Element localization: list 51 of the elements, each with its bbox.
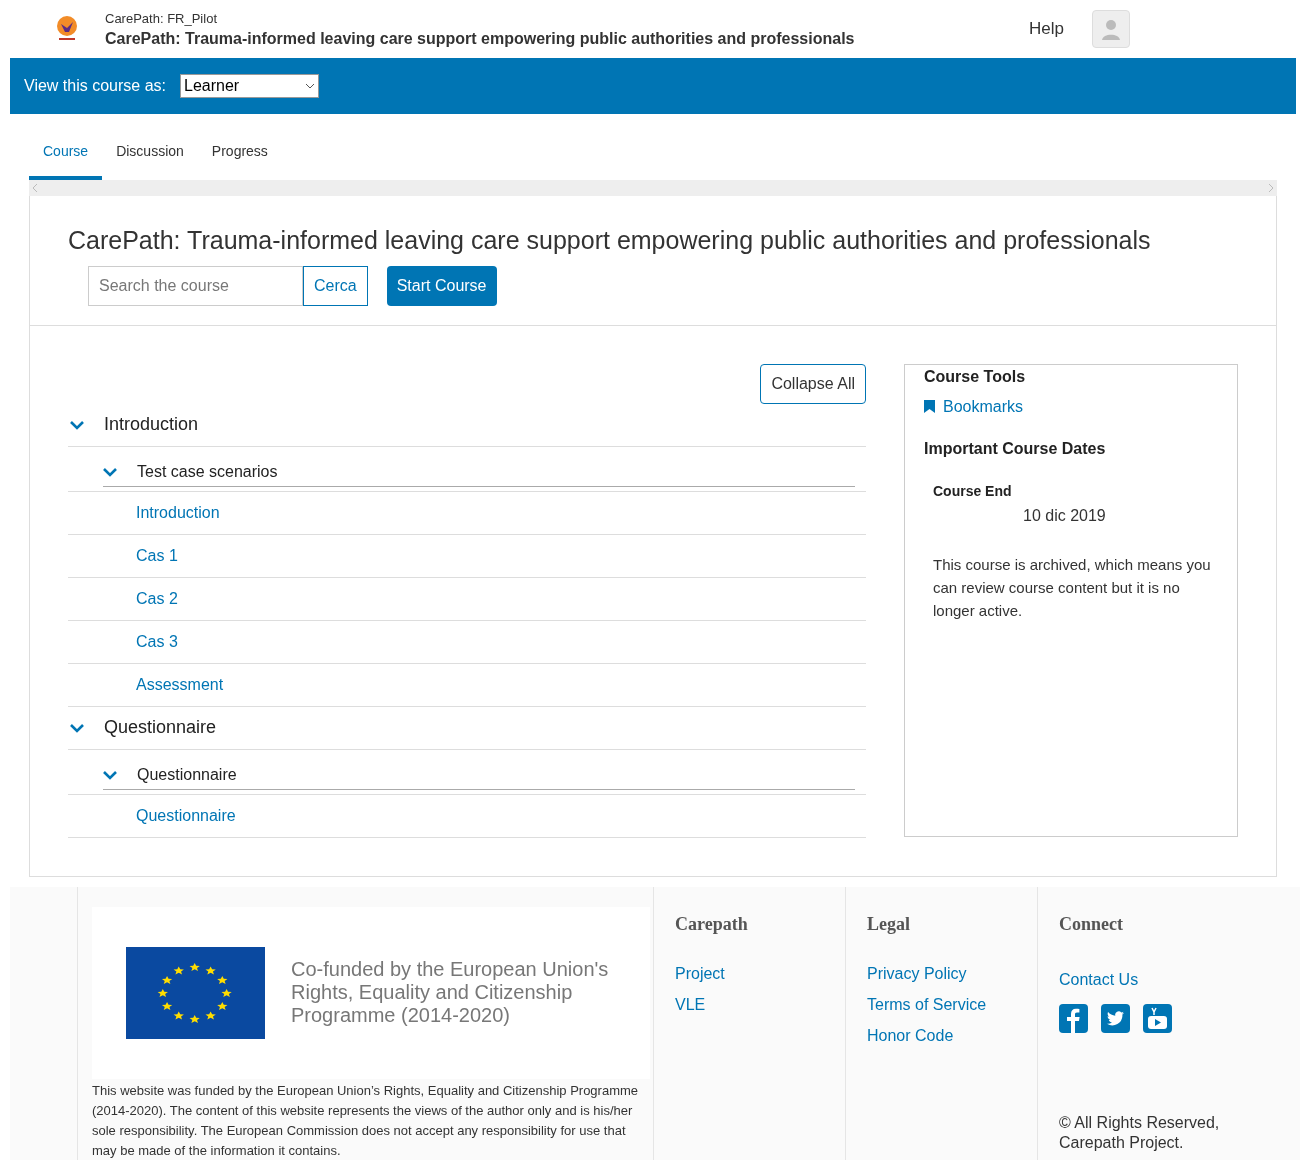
dates-title: Important Course Dates [924, 438, 1107, 459]
course-org: CarePath: FR_Pilot [105, 10, 218, 29]
eu-flag-icon [126, 946, 265, 1039]
view-as-label: View this course as: [24, 76, 166, 96]
footer-link[interactable]: Terms of Service [867, 992, 1037, 1017]
course-heading: CarePath: Trauma-informed leaving care support empowering public authorities and professionals [68, 225, 1152, 256]
footer-heading: Carepath [675, 912, 749, 936]
chevron-down-icon[interactable] [70, 722, 84, 733]
date-value: 10 dic 2019 [1023, 505, 1107, 526]
video-icon[interactable] [1143, 1003, 1172, 1033]
subsection-title[interactable]: Questionnaire [137, 763, 237, 787]
footer-link[interactable]: Project [675, 961, 845, 986]
section-title[interactable]: Questionnaire [104, 714, 217, 741]
collapse-all-button[interactable]: Collapse All [760, 363, 866, 404]
archived-note: This course is archived, which means you can review course content but it is no longer active. [933, 554, 1212, 621]
footer-heading: Connect [1059, 912, 1124, 936]
logo-icon[interactable] [55, 16, 79, 42]
disclaimer: This website was funded by the European Union’s Rights, Equality and Citizenship Programme (2014-2020). The content of this website represents the views of the author only and is his/her sole responsibility. The European Commission does not accept any responsibility for use that may be made of the information it contains. [92, 1081, 640, 1160]
chevron-down-icon[interactable] [103, 770, 117, 780]
date-label: Course End [933, 481, 1013, 501]
chevron-down-icon[interactable] [70, 419, 84, 430]
course-tab[interactable]: Progress [197, 141, 282, 180]
cofunded-text: Co-funded by the European Union's Rights, Equality and Citizenship Programme (2014-2020) [291, 958, 610, 1027]
search-field[interactable]: Search the course [88, 265, 303, 306]
course-tools-title: Course Tools [924, 366, 1027, 387]
unit-link[interactable]: Cas 1 [136, 543, 178, 568]
footer-link[interactable]: VLE [675, 992, 845, 1017]
footer-heading: Legal [867, 912, 911, 936]
subsection-title[interactable]: Test case scenarios [137, 460, 278, 484]
copyright: © All Rights Reserved, Carepath Project. [1059, 1112, 1221, 1153]
start-course-button[interactable]: Start Course [386, 265, 497, 306]
footer-link[interactable]: Honor Code [867, 1023, 1037, 1048]
bookmarks-link[interactable]: Bookmarks [924, 394, 1218, 419]
unit-link[interactable]: Introduction [136, 500, 220, 525]
unit-link[interactable]: Cas 3 [136, 629, 178, 654]
caret-icon [305, 83, 315, 89]
section-title[interactable]: Introduction [104, 411, 199, 438]
course-title: CarePath: Trauma-informed leaving care support empowering public authorities and professionals [105, 28, 855, 49]
unit-link[interactable]: Assessment [136, 672, 224, 697]
bookmark-icon [924, 400, 935, 413]
unit-link[interactable]: Questionnaire [136, 803, 236, 828]
facebook-icon[interactable] [1059, 1003, 1088, 1033]
unit-link[interactable]: Cas 2 [136, 586, 178, 611]
twitter-icon[interactable] [1101, 1003, 1130, 1033]
view-as-select[interactable]: Learner [180, 74, 319, 98]
chevron-down-icon[interactable] [103, 467, 117, 477]
search-button[interactable]: Cerca [303, 265, 368, 306]
footer-link[interactable]: Contact Us [1059, 967, 1287, 992]
help-link[interactable]: Help [1029, 16, 1064, 42]
course-tab[interactable]: Discussion [102, 141, 198, 180]
footer-link[interactable]: Privacy Policy [867, 961, 1037, 986]
